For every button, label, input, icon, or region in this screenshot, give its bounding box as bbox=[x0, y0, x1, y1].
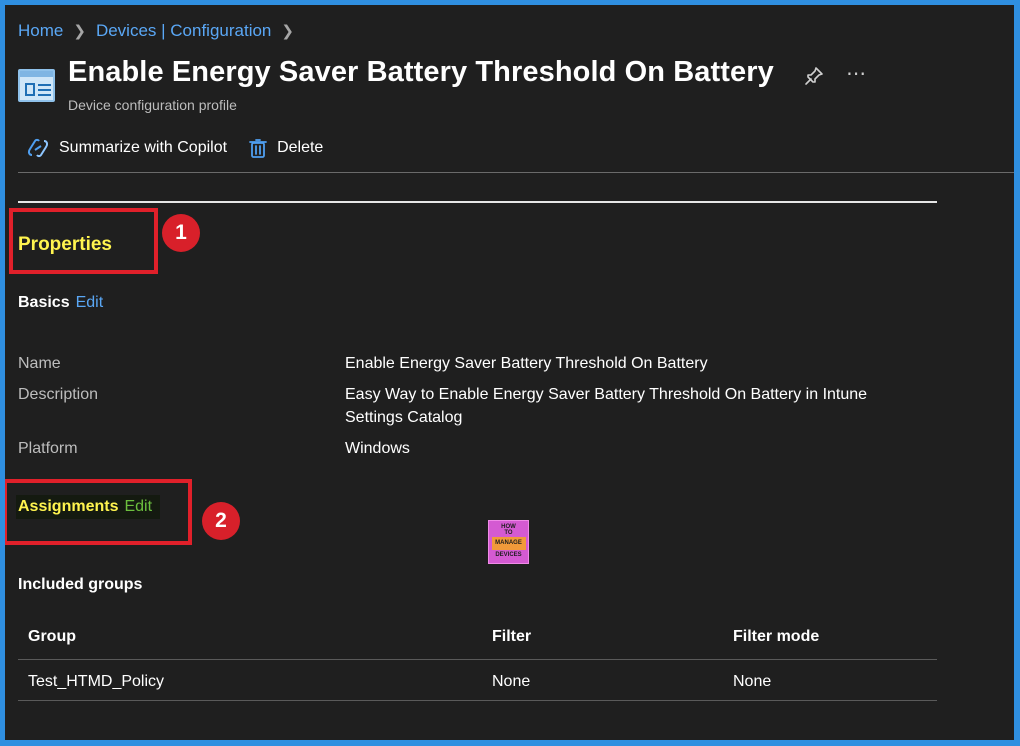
command-bar: Summarize with Copilot Delete bbox=[27, 138, 323, 158]
toolbar-divider bbox=[18, 172, 1014, 173]
basics-edit-link[interactable]: Edit bbox=[76, 294, 104, 311]
page-title: Enable Energy Saver Battery Threshold On… bbox=[68, 56, 774, 88]
basics-label: Basics bbox=[18, 294, 70, 311]
summarize-with-copilot-button[interactable]: Summarize with Copilot bbox=[27, 138, 227, 158]
app-window: Home ❯ Devices | Configuration ❯ Enable … bbox=[5, 5, 1014, 740]
table-header-divider bbox=[18, 659, 937, 660]
logo-text-line4: DEVICES bbox=[495, 552, 522, 558]
table-row-divider bbox=[18, 700, 937, 701]
group-cell: Test_HTMD_Policy bbox=[28, 673, 165, 690]
filter-mode-cell: None bbox=[733, 673, 772, 690]
pin-icon[interactable] bbox=[803, 65, 825, 87]
trash-icon bbox=[249, 139, 267, 158]
configuration-profile-icon bbox=[18, 69, 55, 102]
section-divider bbox=[18, 201, 937, 203]
filter-cell: None bbox=[492, 673, 531, 690]
logo-text-line2: TO bbox=[504, 530, 513, 536]
delete-label: Delete bbox=[277, 139, 324, 156]
description-label: Description bbox=[18, 386, 99, 403]
name-label: Name bbox=[18, 355, 61, 372]
more-options-icon[interactable]: ⋯ bbox=[846, 61, 867, 86]
assignments-label: Assignments bbox=[18, 498, 119, 515]
properties-heading: Properties bbox=[18, 234, 112, 255]
description-value: Easy Way to Enable Energy Saver Battery … bbox=[345, 386, 868, 426]
logo-text-line3: MANAGE bbox=[495, 540, 522, 546]
chevron-right-icon: ❯ bbox=[73, 23, 86, 40]
copilot-icon bbox=[27, 138, 49, 158]
name-value: Enable Energy Saver Battery Threshold On… bbox=[345, 355, 708, 372]
platform-label: Platform bbox=[18, 440, 78, 457]
column-header-filter-mode: Filter mode bbox=[733, 628, 820, 645]
annotation-marker-1: 1 bbox=[162, 214, 200, 252]
basics-heading: Basics Edit bbox=[18, 294, 103, 312]
included-groups-heading: Included groups bbox=[18, 576, 143, 593]
breadcrumb-devices-configuration[interactable]: Devices | Configuration bbox=[96, 21, 271, 41]
platform-value: Windows bbox=[345, 440, 410, 457]
breadcrumb-home[interactable]: Home bbox=[18, 21, 63, 41]
annotation-marker-2: 2 bbox=[202, 502, 240, 540]
summarize-with-copilot-label: Summarize with Copilot bbox=[59, 139, 228, 156]
delete-button[interactable]: Delete bbox=[249, 138, 323, 158]
column-header-filter: Filter bbox=[492, 628, 532, 645]
how-to-manage-devices-logo: HOW TO MANAGE DEVICES bbox=[488, 520, 529, 564]
chevron-right-icon: ❯ bbox=[281, 23, 294, 40]
breadcrumb: Home ❯ Devices | Configuration ❯ bbox=[18, 21, 304, 41]
assignments-edit-link[interactable]: Edit bbox=[124, 498, 152, 515]
page-subtitle: Device configuration profile bbox=[68, 97, 237, 113]
assignments-heading: Assignments Edit bbox=[16, 495, 161, 519]
column-header-group: Group bbox=[28, 628, 76, 645]
